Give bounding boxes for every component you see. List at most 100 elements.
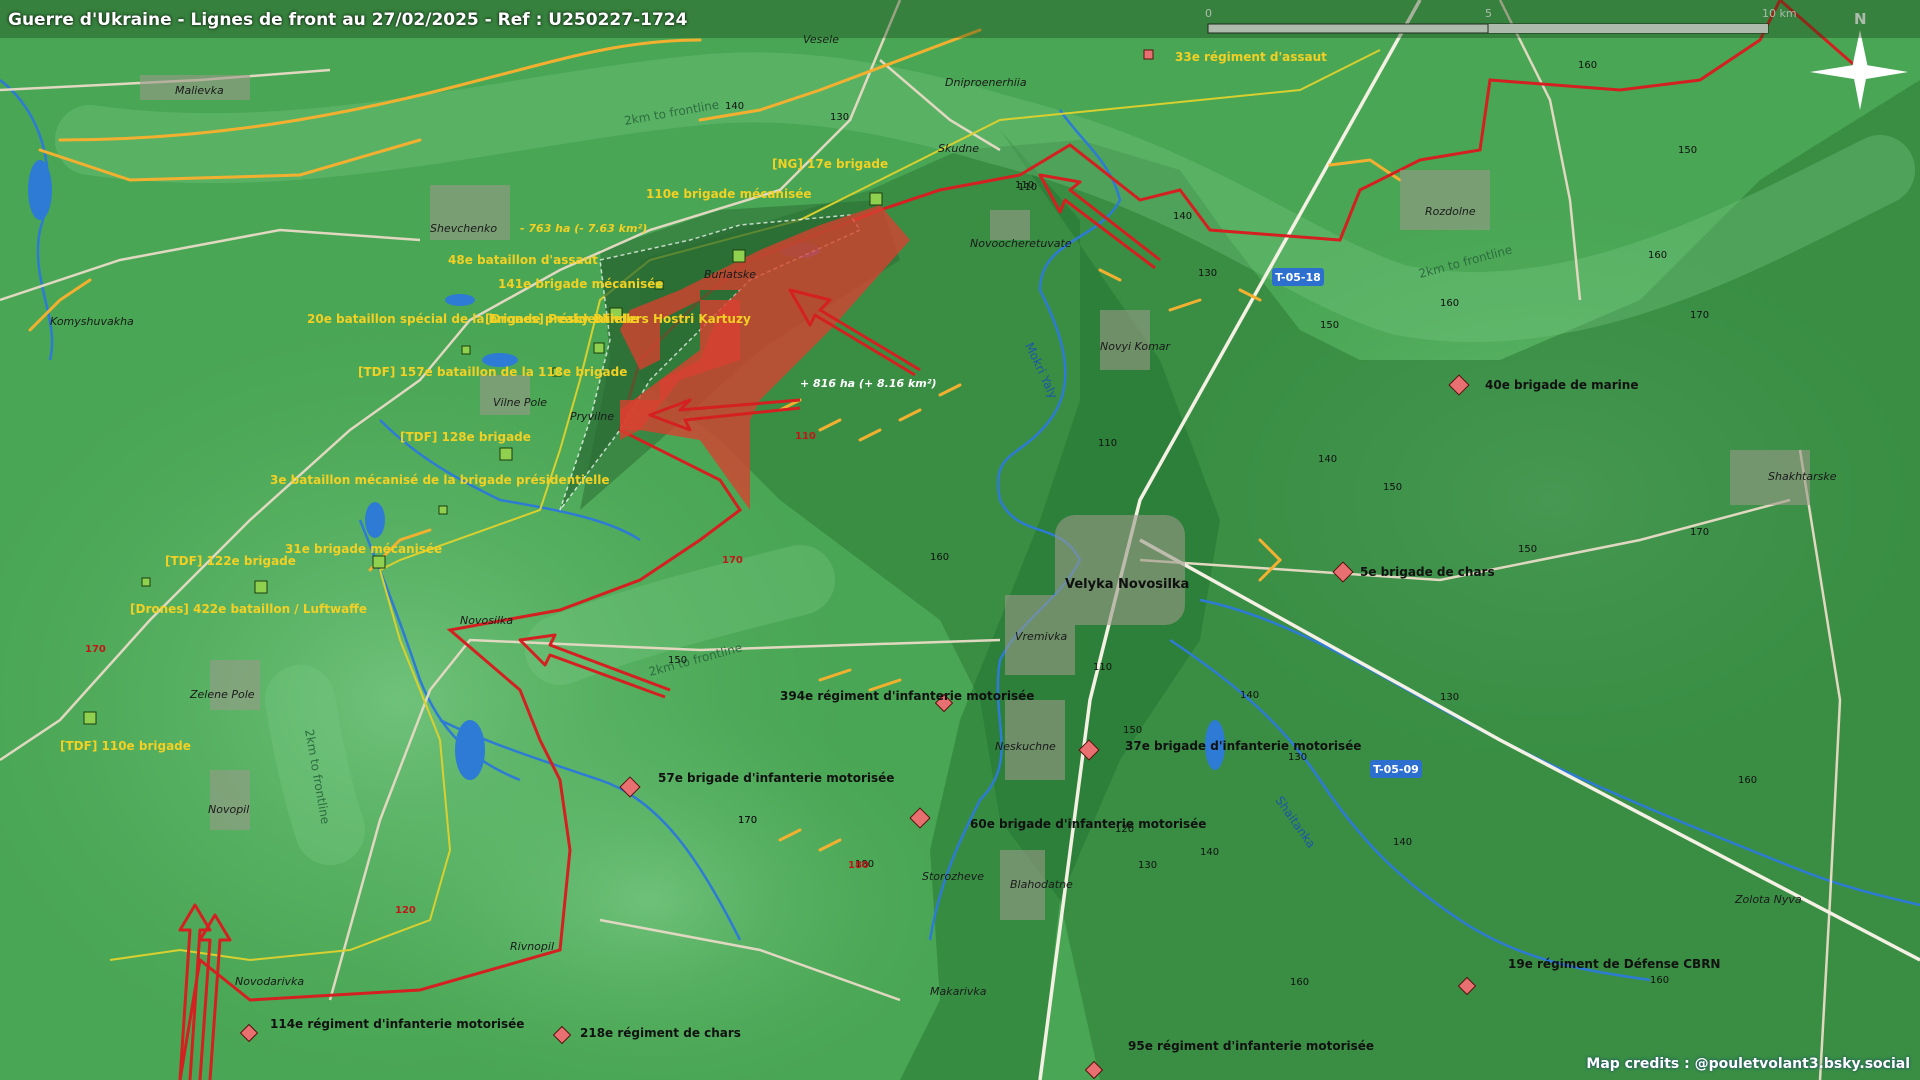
- rus-unit-label: 37e brigade d'infanterie motorisée: [1125, 739, 1361, 753]
- town-label: Skudne: [938, 142, 979, 155]
- town-label: Novosilka: [460, 614, 513, 627]
- elevation-label-red: 180: [848, 860, 869, 871]
- town-label: Blahodatne: [1010, 878, 1073, 891]
- elevation-label: 140: [1240, 690, 1259, 701]
- ukr-unit-label: [Drones] 422e bataillon / Luftwaffe: [130, 602, 367, 616]
- elevation-label: 130: [1288, 752, 1307, 763]
- ukr-unit-marker: [438, 505, 448, 515]
- elevation-label: 140: [1393, 837, 1412, 848]
- ukr-unit-marker: [499, 447, 513, 461]
- elevation-label-red: 170: [85, 644, 106, 655]
- town-label-velyka-novosilka: Velyka Novosilka: [1065, 577, 1189, 592]
- town-label: Malievka: [175, 84, 224, 97]
- town-label: Makarivka: [930, 985, 987, 998]
- town-label: Vremivka: [1015, 630, 1067, 643]
- ukr-unit-marker: [141, 577, 151, 587]
- town-label: Storozheve: [922, 870, 984, 883]
- town-label: Komyshuvakha: [50, 315, 134, 328]
- elevation-label: 140: [1173, 211, 1192, 222]
- rus-unit-label: 218e régiment de chars: [580, 1026, 741, 1040]
- elevation-label: 160: [1290, 977, 1309, 988]
- map-canvas[interactable]: T-05-18 T-05-09 Mokri Yaly Shaitanka 2km…: [0, 0, 1920, 1080]
- elevation-label: 150: [1678, 145, 1697, 156]
- ukr-unit-label: [TDF] 157e bataillon de la 118e brigade: [358, 365, 627, 379]
- town-label: Dniproenerhiia: [945, 76, 1027, 89]
- town-label: Novopil: [208, 803, 249, 816]
- elevation-label: 150: [1383, 482, 1402, 493]
- rus-unit-label: 60e brigade d'infanterie motorisée: [970, 817, 1206, 831]
- rus-unit-label: 19e régiment de Défense CBRN: [1508, 957, 1720, 971]
- town-label: Rozdolne: [1425, 205, 1476, 218]
- loss-area-label: - 763 ha (- 7.63 km²): [520, 222, 647, 235]
- road-label-t0509: T-05-09: [1373, 763, 1419, 776]
- rus-unit-label: 33e régiment d'assaut: [1175, 50, 1327, 64]
- rus-unit-label: 5e brigade de chars: [1360, 565, 1495, 579]
- ukr-unit-label: [TDF] 110e brigade: [60, 739, 191, 753]
- elevation-label: 130: [1198, 268, 1217, 279]
- town-label: Pryvilne: [570, 410, 614, 423]
- elevation-label: 150: [1320, 320, 1339, 331]
- map-title: Guerre d'Ukraine - Lignes de front au 27…: [8, 10, 688, 30]
- elevation-label: 110: [1015, 180, 1034, 191]
- ukr-unit-label: [NG] 17e brigade: [772, 157, 888, 171]
- ukr-unit-label: 110e brigade mécanisée: [646, 187, 812, 201]
- town-label: Novyi Komar: [1100, 340, 1172, 353]
- road-label-t0518: T-05-18: [1275, 271, 1321, 284]
- ukr-unit-marker: [461, 345, 471, 355]
- elevation-label: 160: [930, 552, 949, 563]
- town-label: Neskuchne: [995, 740, 1056, 753]
- rus-unit-label: 57e brigade d'infanterie motorisée: [658, 771, 894, 785]
- elevation-label: 160: [1440, 298, 1459, 309]
- elevation-label: 160: [1738, 775, 1757, 786]
- elevation-label: 160: [1650, 975, 1669, 986]
- town-label: Novodarivka: [235, 975, 304, 988]
- elevation-label: 140: [725, 101, 744, 112]
- elevation-label: 110: [1093, 662, 1112, 673]
- elevation-label: 140: [1318, 454, 1337, 465]
- ukr-unit-marker: [83, 711, 97, 725]
- road-badge-t0509: T-05-09: [1370, 760, 1422, 778]
- road-badge-t0518: T-05-18: [1272, 268, 1324, 286]
- town-label: Vilne Pole: [493, 396, 547, 409]
- elevation-label: 130: [1440, 692, 1459, 703]
- elevation-label: 130: [1138, 860, 1157, 871]
- elevation-label-red: 120: [395, 905, 416, 916]
- ukr-unit-marker: [869, 192, 883, 206]
- town-label: Burlatske: [704, 268, 756, 281]
- elevation-label: 150: [668, 655, 687, 666]
- ukr-unit-marker: [372, 555, 386, 569]
- rus-unit-label: 95e régiment d'infanterie motorisée: [1128, 1039, 1374, 1053]
- ukr-unit-label: [Drones] Peaky Blinders Hostri Kartuzy: [485, 312, 751, 326]
- ukr-unit-label: 141e brigade mécanisée: [498, 277, 664, 291]
- elevation-label-red: 170: [722, 555, 743, 566]
- ukr-unit-marker: [732, 249, 746, 263]
- elevation-label: 170: [1690, 527, 1709, 538]
- elevation-label: 110: [1098, 438, 1117, 449]
- elevation-label: 160: [1578, 60, 1597, 71]
- rus-unit-label: 394e régiment d'infanterie motorisée: [780, 689, 1034, 703]
- town-label: Shevchenko: [430, 222, 497, 235]
- town-label: Shakhtarske: [1768, 470, 1837, 483]
- town-label: Rivnopil: [510, 940, 554, 953]
- town-label: Zelene Pole: [189, 688, 255, 701]
- town-label: Novoocheretuvate: [970, 237, 1072, 250]
- map-credits: Map credits : @pouletvolant3.bsky.social: [1586, 1056, 1910, 1072]
- town-label: Zolota Nyva: [1734, 893, 1802, 906]
- rus-unit-marker: [1143, 49, 1154, 60]
- gain-area-label: + 816 ha (+ 8.16 km²): [800, 377, 937, 390]
- elevation-label: 130: [830, 112, 849, 123]
- ukr-unit-label: 3e bataillon mécanisé de la brigade prés…: [270, 473, 610, 487]
- ukr-unit-label: [TDF] 128e brigade: [400, 430, 531, 444]
- elevation-label: 150: [1123, 725, 1142, 736]
- ukr-unit-label: 31e brigade mécanisée: [285, 542, 442, 556]
- elevation-label: 160: [1648, 250, 1667, 261]
- elevation-label-red: 110: [795, 431, 816, 442]
- ukr-unit-marker: [254, 580, 268, 594]
- elevation-label: 150: [1518, 544, 1537, 555]
- elevation-label: 170: [738, 815, 757, 826]
- ukr-unit-label: 48e bataillon d'assaut: [448, 253, 598, 267]
- ukr-unit-label: [TDF] 122e brigade: [165, 554, 296, 568]
- elevation-label: 140: [1200, 847, 1219, 858]
- rus-unit-label: 40e brigade de marine: [1485, 378, 1638, 392]
- elevation-label: 170: [1690, 310, 1709, 321]
